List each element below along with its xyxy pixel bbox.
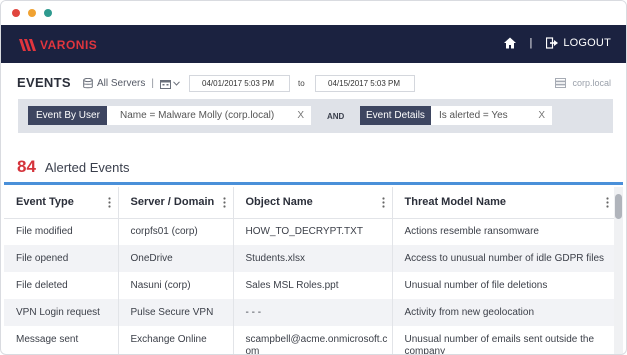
domain-indicator: corp.local	[555, 78, 611, 88]
table-top-divider	[4, 182, 623, 185]
calendar-icon[interactable]	[159, 79, 171, 89]
app-window: VARONIS | LOGOUT EVENTS All Servers | 04…	[0, 0, 627, 355]
cell-event-type: File deleted	[4, 272, 119, 299]
servers-label: All Servers	[97, 78, 146, 89]
header-actions: | LOGOUT	[504, 37, 611, 49]
cell-threat-model: Actions resemble ransomware	[404, 225, 540, 237]
user-condition-text: Name = Malware Molly (corp.local)	[120, 110, 275, 121]
home-icon[interactable]	[504, 37, 517, 49]
app-header: VARONIS | LOGOUT	[1, 25, 626, 63]
chevron-down-icon[interactable]	[173, 81, 180, 86]
varonis-logo-icon	[19, 39, 36, 51]
event-details-tag[interactable]: Event Details	[360, 106, 431, 125]
servers-separator: |	[151, 78, 154, 89]
column-header-label: Event Type	[16, 196, 74, 209]
cell-object-name: - - -	[233, 299, 393, 326]
column-header-server-domain[interactable]: Server / Domain	[118, 187, 234, 219]
cell-object-name: HOW_TO_DECRYPT.TXT	[233, 218, 393, 245]
cell-object-name: scampbell@acme.onmicrosoft.com	[233, 326, 393, 354]
date-range-to-label: to	[298, 79, 305, 88]
table-row[interactable]: VPN Login request Pulse Secure VPN - - -…	[4, 299, 616, 326]
alert-count: 84	[17, 157, 36, 176]
end-date-input[interactable]: 04/15/2017 5:03 PM	[315, 75, 415, 92]
alert-count-summary: 84 Alerted Events	[17, 157, 129, 177]
page-title: EVENTS	[17, 75, 71, 90]
cell-object-name: Students.xlsx	[233, 245, 393, 272]
column-header-label: Object Name	[245, 196, 313, 209]
cell-event-type: Message sent	[4, 326, 119, 354]
remove-user-condition-button[interactable]: X	[297, 106, 304, 125]
cell-server-domain: corpfs01 (corp)	[118, 218, 234, 245]
table-row[interactable]: File modified corpfs01 (corp) HOW_TO_DEC…	[4, 218, 616, 245]
column-menu-icon[interactable]	[381, 197, 385, 208]
event-by-user-tag[interactable]: Event By User	[28, 106, 107, 125]
cell-object-name: Sales MSL Roles.ppt	[233, 272, 393, 299]
cell-event-type: VPN Login request	[4, 299, 119, 326]
events-table: Event Type Server / Domain Object Name T…	[4, 187, 616, 355]
server-selector[interactable]: All Servers |	[83, 78, 180, 89]
alert-count-label: Alerted Events	[44, 160, 130, 175]
remove-details-condition-button[interactable]: X	[538, 106, 545, 125]
table-scrollbar-thumb[interactable]	[615, 194, 622, 219]
column-header-event-type[interactable]: Event Type	[4, 187, 119, 219]
varonis-logo[interactable]: VARONIS	[19, 38, 97, 52]
user-condition-field[interactable]: Name = Malware Molly (corp.local) X	[107, 106, 311, 125]
header-separator: |	[529, 37, 533, 49]
cell-threat-model: Unusual number of emails sent outside th…	[404, 334, 595, 355]
details-condition-field[interactable]: Is alerted = Yes X	[431, 106, 552, 125]
column-header-label: Threat Model Name	[404, 196, 506, 209]
cell-threat-model: Unusual number of file deletions	[404, 279, 548, 291]
start-date-input[interactable]: 04/01/2017 5:03 PM	[189, 75, 290, 92]
logout-button[interactable]: LOGOUT	[563, 37, 611, 49]
cell-server-domain: Nasuni (corp)	[118, 272, 234, 299]
details-condition-text: Is alerted = Yes	[439, 110, 508, 121]
cell-event-type: File opened	[4, 245, 119, 272]
query-builder: Event By User Name = Malware Molly (corp…	[18, 99, 613, 133]
column-header-label: Server / Domain	[130, 196, 215, 209]
maximize-window-dot[interactable]	[44, 9, 52, 17]
close-window-dot[interactable]	[12, 9, 20, 17]
table-row[interactable]: File deleted Nasuni (corp) Sales MSL Rol…	[4, 272, 616, 299]
database-icon	[83, 78, 93, 89]
column-header-threat-model[interactable]: Threat Model Name	[392, 187, 616, 219]
domain-label: corp.local	[572, 78, 611, 88]
and-operator[interactable]: AND	[327, 112, 344, 121]
cell-server-domain: OneDrive	[118, 245, 234, 272]
column-header-object-name[interactable]: Object Name	[233, 187, 393, 219]
cell-threat-model: Activity from new geolocation	[392, 299, 616, 326]
filter-bar: EVENTS All Servers | 04/01/2017 5:03 PM …	[1, 63, 626, 143]
table-row[interactable]: Message sent Exchange Online scampbell@a…	[4, 326, 616, 355]
server-icon	[555, 78, 567, 88]
table-header-row: Event Type Server / Domain Object Name T…	[4, 187, 616, 219]
column-menu-icon[interactable]	[222, 197, 226, 208]
column-menu-icon[interactable]	[107, 197, 111, 208]
cell-threat-model: Access to unusual number of idle GDPR fi…	[392, 245, 616, 272]
cell-server-domain: Pulse Secure VPN	[118, 299, 234, 326]
minimize-window-dot[interactable]	[28, 9, 36, 17]
window-titlebar	[1, 1, 626, 25]
table-row[interactable]: File opened OneDrive Students.xlsx Acces…	[4, 245, 616, 272]
logout-icon[interactable]	[546, 37, 559, 49]
brand-name: VARONIS	[40, 38, 98, 52]
cell-server-domain: Exchange Online	[118, 326, 234, 354]
column-menu-icon[interactable]	[606, 197, 609, 208]
cell-event-type: File modified	[4, 218, 119, 245]
